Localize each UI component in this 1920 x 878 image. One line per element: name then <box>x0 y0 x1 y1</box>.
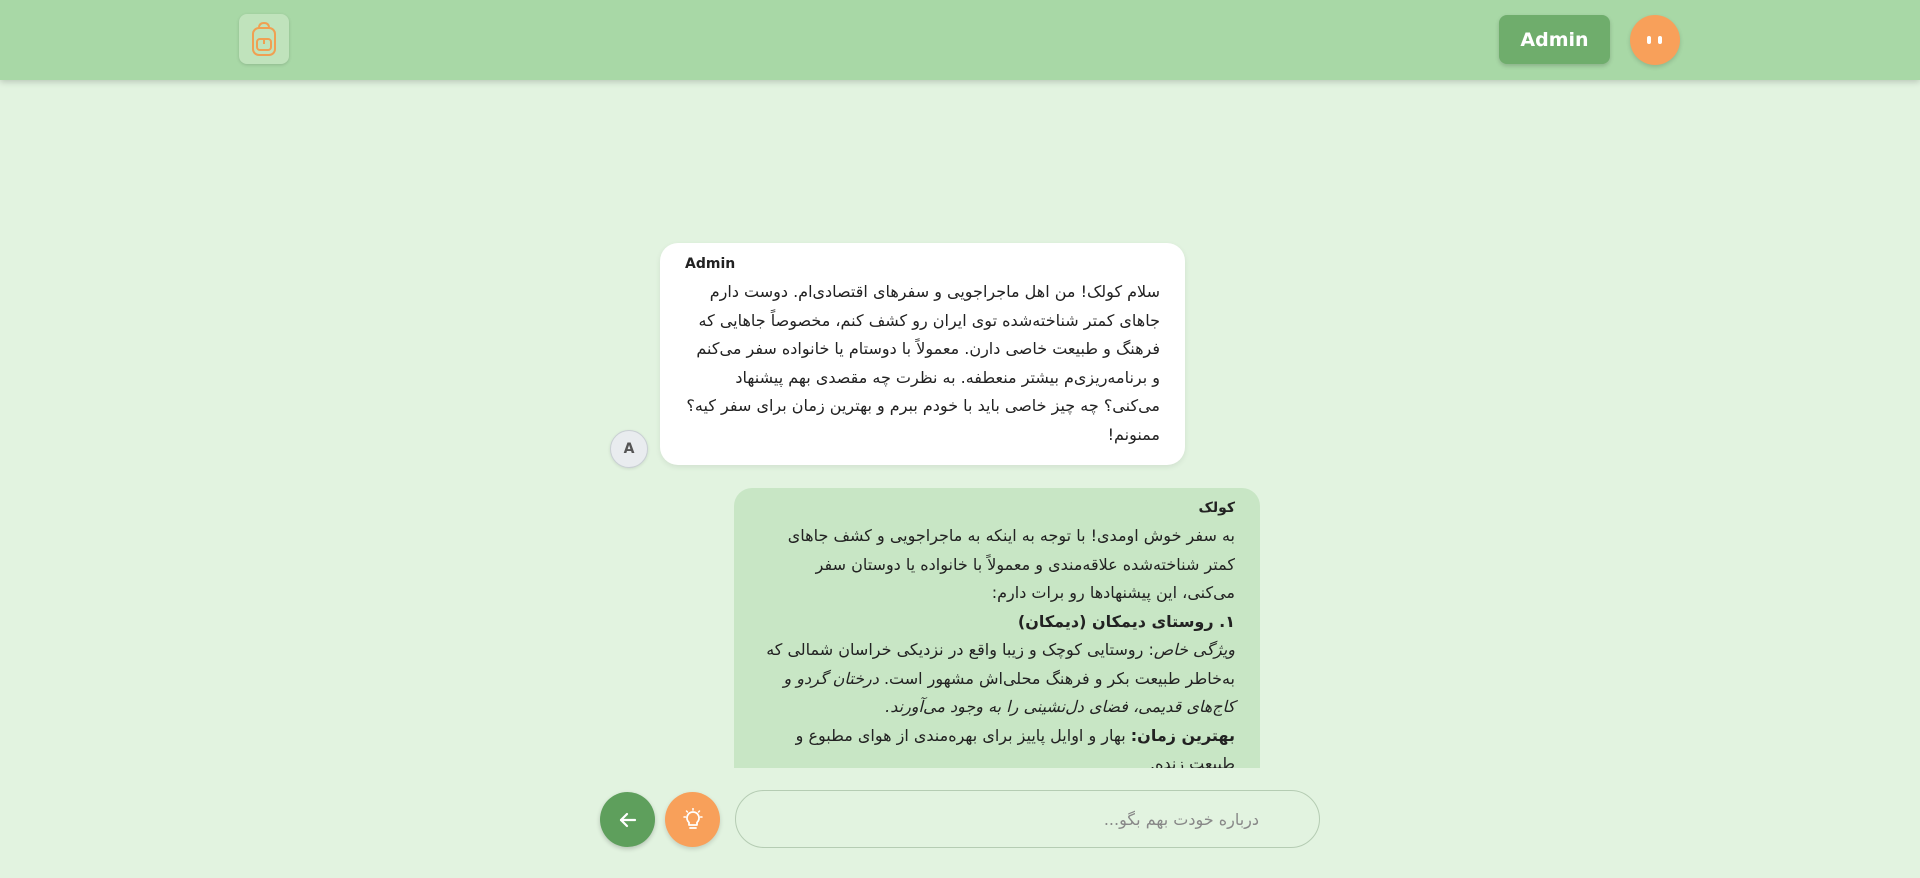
idea-button[interactable] <box>665 792 720 847</box>
mascot-face-icon[interactable] <box>1630 15 1680 65</box>
composer-bar <box>0 768 1920 878</box>
chat-messages[interactable]: A Admin سلام کولک! من اهل ماجراجویی و سف… <box>580 80 1280 768</box>
message-intro: به سفر خوش اومدی! با توجه به اینکه به ما… <box>787 526 1235 602</box>
backpack-icon[interactable] <box>239 14 289 64</box>
time-label: بهترین زمان: <box>1130 725 1235 745</box>
admin-button[interactable]: Admin <box>1499 15 1610 64</box>
message-text: به سفر خوش اومدی! با توجه به اینکه به ما… <box>759 522 1235 768</box>
feature-label: ویژگی خاص <box>1153 640 1235 659</box>
avatar: A <box>610 430 648 468</box>
message-sender: کولک <box>1198 500 1235 516</box>
message-input[interactable] <box>735 790 1320 848</box>
lightbulb-icon <box>682 807 703 829</box>
send-button[interactable] <box>600 792 655 847</box>
message-sender: Admin <box>685 256 736 272</box>
arrow-left-icon <box>619 812 636 827</box>
time-paragraph: بهترین زمان: بهار و اوایل پاییز برای بهر… <box>759 722 1235 769</box>
app-page: Admin A Admin سلام کولک! من اهل ماجراجوی… <box>0 0 1920 878</box>
top-header: Admin <box>0 0 1920 80</box>
section-title: ۱. روستای دیمکان (دیمکان) <box>1017 611 1235 631</box>
bot-message-bubble: کولک به سفر خوش اومدی! با توجه به اینکه … <box>734 488 1260 768</box>
feature-paragraph: ویژگی خاص: روستایی کوچک و زیبا واقع در ن… <box>759 636 1235 722</box>
message-text: سلام کولک! من اهل ماجراجویی و سفرهای اقت… <box>686 282 1160 444</box>
user-message-bubble: Admin سلام کولک! من اهل ماجراجویی و سفره… <box>660 243 1185 465</box>
